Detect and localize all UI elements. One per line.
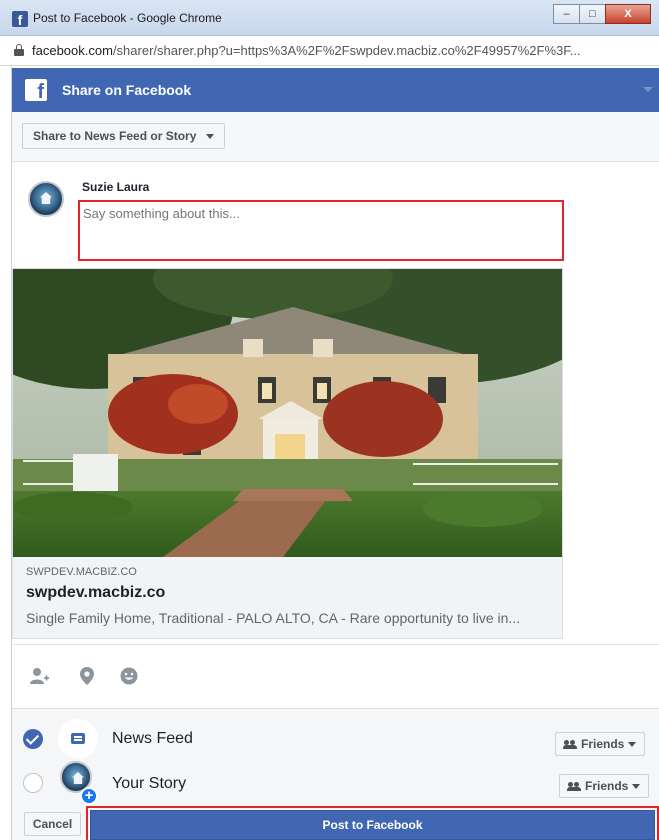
post-actions-row bbox=[12, 644, 659, 708]
news-feed-option[interactable]: News Feed Friends bbox=[12, 715, 659, 761]
chevron-down-icon bbox=[628, 742, 637, 748]
feeling-icon[interactable] bbox=[118, 665, 140, 687]
window-title-bar: f Post to Facebook - Google Chrome – □ X bbox=[0, 0, 659, 36]
preview-title[interactable]: swpdev.macbiz.co bbox=[26, 584, 165, 602]
maximize-button[interactable]: □ bbox=[579, 4, 606, 24]
add-story-icon[interactable]: + bbox=[80, 787, 98, 805]
news-feed-audience-dropdown[interactable]: Friends bbox=[555, 732, 646, 756]
link-preview[interactable]: SWPDEV.MACBIZ.CO swpdev.macbiz.co Single… bbox=[12, 268, 563, 639]
news-feed-label: News Feed bbox=[112, 730, 193, 747]
post-to-facebook-button[interactable]: Post to Facebook bbox=[90, 810, 655, 840]
chevron-down-icon bbox=[206, 134, 215, 139]
facebook-header: f Share on Facebook bbox=[12, 68, 659, 112]
preview-description: Single Family Home, Traditional - PALO A… bbox=[26, 610, 521, 626]
author-name: Suzie Laura bbox=[82, 180, 150, 194]
preview-image bbox=[13, 269, 562, 557]
your-story-label: Your Story bbox=[112, 775, 187, 792]
cancel-button[interactable]: Cancel bbox=[24, 812, 81, 836]
avatar bbox=[28, 181, 64, 217]
post-message-input[interactable] bbox=[83, 206, 553, 221]
window-title: Post to Facebook - Google Chrome bbox=[33, 11, 222, 25]
window-controls: – □ X bbox=[553, 4, 651, 24]
address-bar[interactable]: facebook.com/sharer/sharer.php?u=https%3… bbox=[0, 36, 659, 66]
friends-icon bbox=[567, 782, 581, 791]
close-button[interactable]: X bbox=[605, 4, 651, 24]
url-text[interactable]: facebook.com/sharer/sharer.php?u=https%3… bbox=[32, 43, 581, 58]
composer-highlight bbox=[78, 200, 564, 261]
facebook-favicon-icon: f bbox=[12, 11, 28, 28]
your-story-audience-dropdown[interactable]: Friends bbox=[559, 774, 650, 798]
share-target-dropdown[interactable]: Share to News Feed or Story bbox=[22, 123, 226, 149]
chevron-down-icon bbox=[632, 784, 641, 790]
your-story-checkbox[interactable] bbox=[23, 773, 43, 793]
your-story-option[interactable]: Your Story Friends bbox=[12, 761, 659, 807]
share-target-bar: Share to News Feed or Story bbox=[12, 112, 659, 162]
preview-domain: SWPDEV.MACBIZ.CO bbox=[26, 566, 137, 578]
minimize-button[interactable]: – bbox=[553, 4, 580, 24]
popup-left-edge bbox=[0, 66, 12, 840]
news-feed-icon bbox=[58, 719, 98, 759]
friends-icon bbox=[563, 740, 577, 749]
news-feed-checkbox[interactable] bbox=[23, 729, 43, 749]
lock-icon bbox=[14, 44, 24, 56]
facebook-logo-icon: f bbox=[25, 79, 47, 101]
chevron-down-icon[interactable] bbox=[643, 87, 653, 92]
location-icon[interactable] bbox=[76, 665, 98, 687]
page-title: Share on Facebook bbox=[62, 82, 192, 98]
tag-friends-icon[interactable] bbox=[28, 665, 50, 687]
